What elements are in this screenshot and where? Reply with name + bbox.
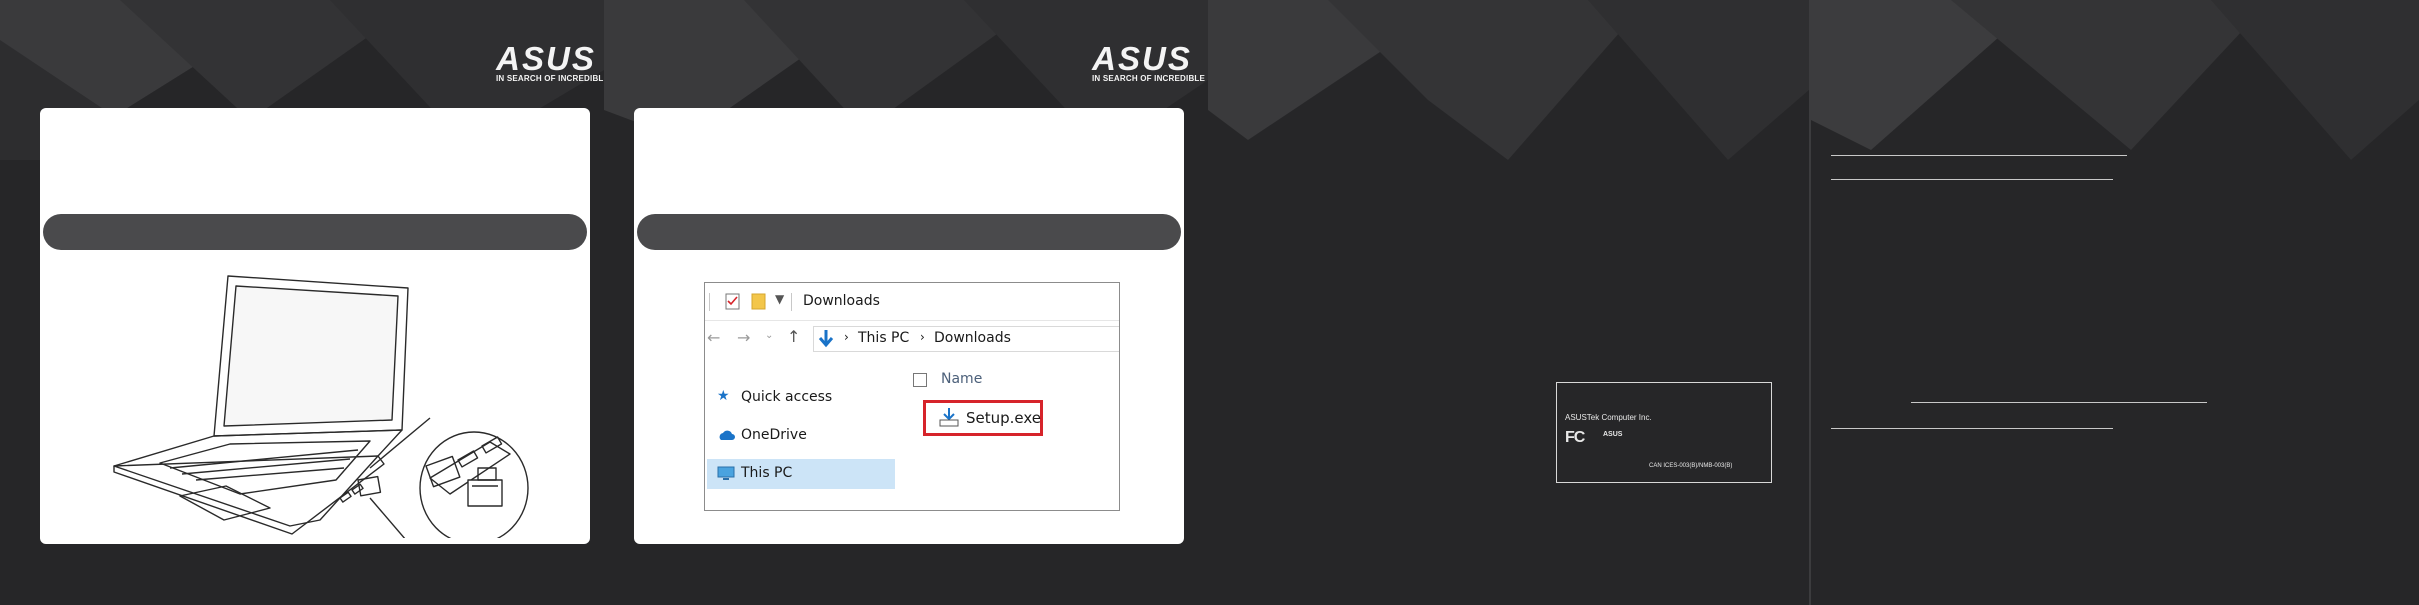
logo-tagline: IN SEARCH OF INCREDIBLE xyxy=(1092,74,1206,83)
explorer-titlebar: ▼ Downloads xyxy=(705,283,1119,321)
setup-file-highlight: Setup.exe xyxy=(923,400,1043,436)
fcc-code: CAN ICES-003(B)/NMB-003(B) xyxy=(1649,463,1733,469)
step-header-bar xyxy=(637,214,1181,250)
monitor-icon xyxy=(717,466,735,480)
sidebar-item-quick-access[interactable]: ★ Quick access xyxy=(707,383,895,413)
sidebar-item-label: OneDrive xyxy=(741,427,807,443)
logo-tagline: IN SEARCH OF INCREDIBLE xyxy=(496,74,604,83)
logo-wordmark: ASUS xyxy=(496,40,596,77)
window-title: Downloads xyxy=(803,293,880,309)
qat-dropdown-icon[interactable]: ▼ xyxy=(775,292,784,306)
fcc-brand: ASUS xyxy=(1603,431,1623,438)
back-arrow-icon[interactable]: ← xyxy=(707,328,720,347)
sidebar-item-onedrive[interactable]: OneDrive xyxy=(707,421,895,451)
instruction-card-1 xyxy=(40,108,590,544)
text-line xyxy=(1911,402,2207,403)
fcc-logo-icon: FC xyxy=(1565,429,1585,446)
asus-logo: ASUS IN SEARCH OF INCREDIBLE xyxy=(496,40,604,84)
installer-icon xyxy=(939,408,959,427)
panel-2: ASUS IN SEARCH OF INCREDIBLE ▼ Downloads xyxy=(604,0,1208,605)
new-folder-icon[interactable] xyxy=(751,292,767,310)
qat-divider xyxy=(709,293,710,311)
recent-locations-icon[interactable]: ⌄ xyxy=(765,330,773,341)
text-line xyxy=(1831,179,2113,180)
panel-1: ASUS IN SEARCH OF INCREDIBLE xyxy=(0,0,604,605)
fcc-company: ASUSTek Computer Inc. xyxy=(1565,413,1652,422)
panel-3: ASUSTek Computer Inc. FC ASUS CAN ICES-0… xyxy=(1208,0,1809,605)
fcc-label: ASUSTek Computer Inc. FC ASUS CAN ICES-0… xyxy=(1556,382,1772,483)
breadcrumb-sep-icon: › xyxy=(844,330,849,344)
address-bar[interactable]: › This PC › Downloads xyxy=(813,326,1119,352)
cloud-icon xyxy=(719,430,735,440)
up-arrow-icon[interactable]: ↑ xyxy=(787,327,800,346)
logo-wordmark: ASUS xyxy=(1092,40,1192,77)
background-texture xyxy=(1811,0,2419,160)
breadcrumb-downloads[interactable]: Downloads xyxy=(934,330,1011,346)
address-row: ← → ⌄ ↑ › This PC › Downloads xyxy=(705,321,1119,357)
instruction-card-2: ▼ Downloads ← → ⌄ ↑ › This PC › Download… xyxy=(634,108,1184,544)
downloads-arrow-icon xyxy=(818,330,834,348)
background-texture xyxy=(1208,0,1809,160)
star-icon: ★ xyxy=(717,388,730,404)
breadcrumb-sep-icon: › xyxy=(920,330,925,344)
forward-arrow-icon[interactable]: → xyxy=(737,328,750,347)
laptop-dongle-illustration xyxy=(113,275,529,538)
properties-icon[interactable] xyxy=(725,293,741,311)
title-divider xyxy=(791,293,792,311)
breadcrumb-this-pc[interactable]: This PC xyxy=(858,330,909,346)
step-header-bar xyxy=(43,214,587,250)
file-explorer-window: ▼ Downloads ← → ⌄ ↑ › This PC › Download… xyxy=(704,282,1120,511)
sidebar-item-label: Quick access xyxy=(741,389,833,405)
sidebar-item-this-pc[interactable]: This PC xyxy=(707,459,895,489)
column-header-name[interactable]: Name xyxy=(941,371,982,387)
sidebar-item-label: This PC xyxy=(741,465,793,481)
text-line xyxy=(1831,155,2127,156)
select-all-checkbox[interactable] xyxy=(913,373,927,387)
text-line xyxy=(1831,428,2113,429)
file-name-setup[interactable]: Setup.exe xyxy=(966,409,1041,427)
panel-4 xyxy=(1811,0,2419,605)
asus-logo: ASUS IN SEARCH OF INCREDIBLE xyxy=(1092,40,1206,84)
